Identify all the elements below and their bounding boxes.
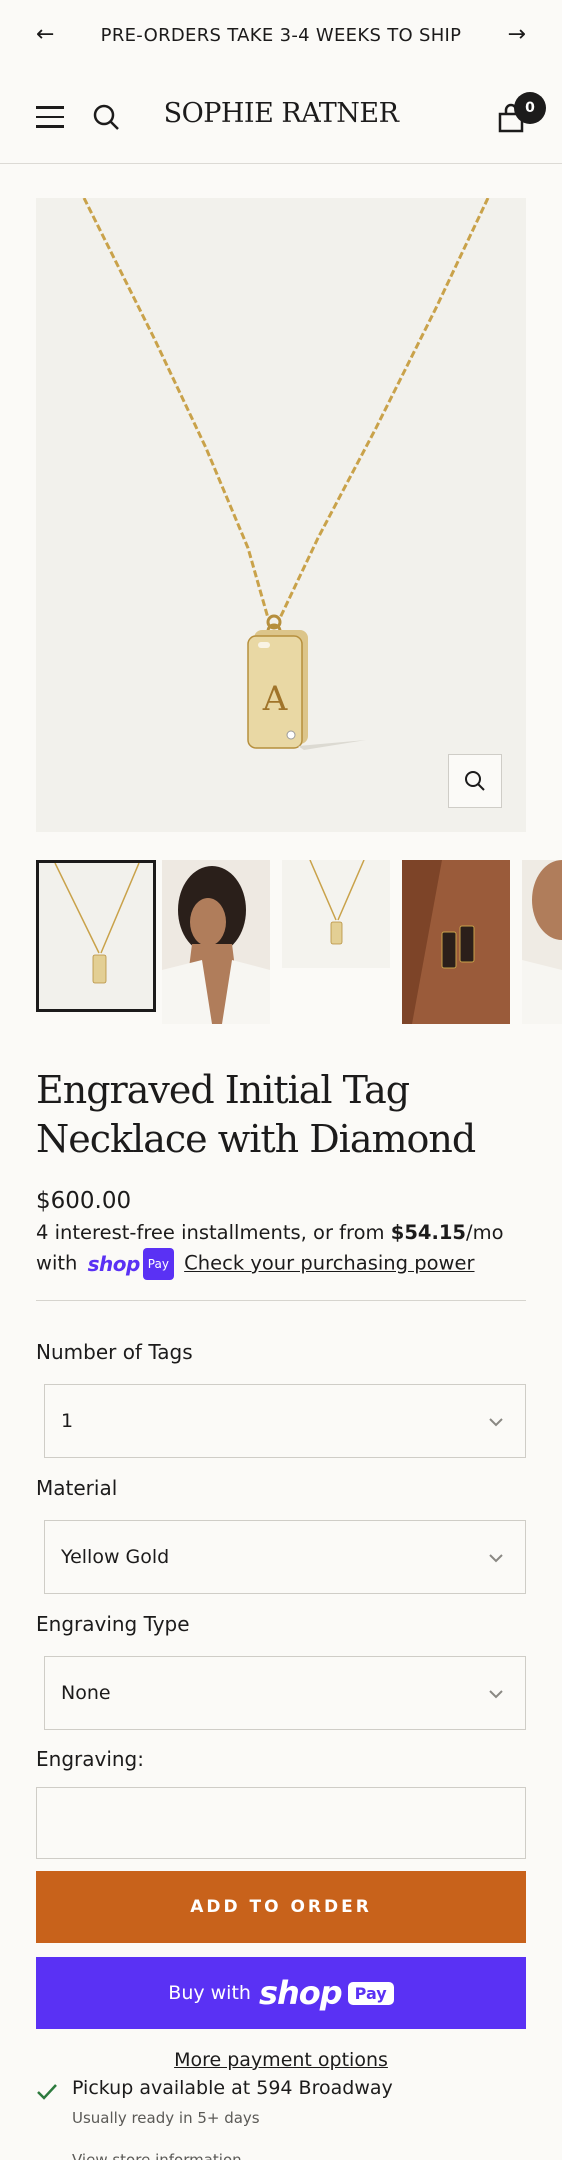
with-text: with (36, 1251, 78, 1275)
thumbnail-strip (36, 860, 562, 1028)
thumb-necklace-graphic (54, 863, 140, 984)
material-value: Yellow Gold (61, 1546, 170, 1568)
engraving-label: Engraving: (36, 1747, 144, 1771)
arrow-left-icon[interactable]: ← (36, 24, 54, 46)
thumbnail-model-smiling[interactable] (522, 860, 562, 1024)
engraving-type-value: None (61, 1682, 111, 1704)
buy-shop-logo: shop (258, 1974, 343, 2012)
product-title: Engraved Initial Tag Necklace with Diamo… (36, 1068, 476, 1161)
thumbnail-necklace-product[interactable] (36, 860, 156, 1012)
engraving-input[interactable] (36, 1787, 526, 1859)
number-of-tags-label: Number of Tags (36, 1340, 193, 1364)
thumb-necklace-small-graphic (309, 860, 365, 945)
chevron-down-icon (489, 1418, 503, 1427)
cart-count-badge: 0 (514, 92, 546, 124)
magnifier-icon (465, 771, 485, 791)
installment-period: /mo (466, 1221, 504, 1244)
thumbnail-model-profile[interactable] (162, 860, 270, 1024)
zoom-button[interactable] (448, 754, 502, 808)
svg-text:A: A (262, 679, 288, 719)
thumbnail-necklace-product-small[interactable] (282, 860, 390, 968)
thumb-model-graphic (162, 860, 270, 1024)
material-label: Material (36, 1476, 118, 1500)
installment-amount: $54.15 (390, 1221, 466, 1244)
thumb-model-smiling-graphic (522, 860, 562, 1024)
number-of-tags-select[interactable]: 1 (44, 1384, 526, 1458)
shop-pay-logo-shop: shop (87, 1252, 141, 1276)
necklace-image: A (82, 198, 490, 750)
arrow-right-icon[interactable]: → (508, 24, 526, 46)
installments-info: 4 interest-free installments, or from $5… (36, 1218, 536, 1280)
engraving-type-label: Engraving Type (36, 1612, 190, 1636)
product-main-image[interactable]: A (36, 198, 526, 832)
add-to-order-button[interactable]: ADD TO ORDER (36, 1871, 526, 1943)
chevron-down-icon (489, 1554, 503, 1563)
brand-logo[interactable]: SOPHIE RATNER (0, 98, 562, 129)
number-of-tags-value: 1 (61, 1410, 74, 1432)
product-price: $600.00 (36, 1188, 132, 1214)
buy-with-shop-pay-button[interactable]: Buy with shop Pay (36, 1957, 526, 2029)
divider (36, 1300, 526, 1301)
thumb-two-tags-graphic (402, 860, 510, 1024)
installments-text: 4 interest-free installments, or from (36, 1221, 385, 1244)
shop-pay-logo-pay: Pay (142, 1248, 174, 1280)
announcement-bar: ← PRE-ORDERS TAKE 3-4 WEEKS TO SHIP → (0, 0, 562, 70)
announcement-text: PRE-ORDERS TAKE 3-4 WEEKS TO SHIP (100, 24, 462, 46)
checkmark-icon (37, 2084, 57, 2100)
buy-with-label: Buy with (168, 1982, 251, 2004)
more-payment-options-link[interactable]: More payment options (0, 2049, 562, 2071)
thumbnail-two-tags-on-model[interactable] (402, 860, 510, 1024)
engraving-type-select[interactable]: None (44, 1656, 526, 1730)
store-info-link[interactable]: View store information (72, 2151, 242, 2160)
pickup-title: Pickup available at 594 Broadway (72, 2077, 393, 2099)
chevron-down-icon (489, 1690, 503, 1699)
site-header: SOPHIE RATNER 0 (0, 70, 562, 164)
shop-pay-logo: shop Pay (88, 1248, 174, 1280)
buy-pay-logo: Pay (347, 1981, 394, 2005)
purchasing-power-link[interactable]: Check your purchasing power (184, 1252, 474, 1275)
material-select[interactable]: Yellow Gold (44, 1520, 526, 1594)
pickup-note: Usually ready in 5+ days (72, 2109, 260, 2127)
